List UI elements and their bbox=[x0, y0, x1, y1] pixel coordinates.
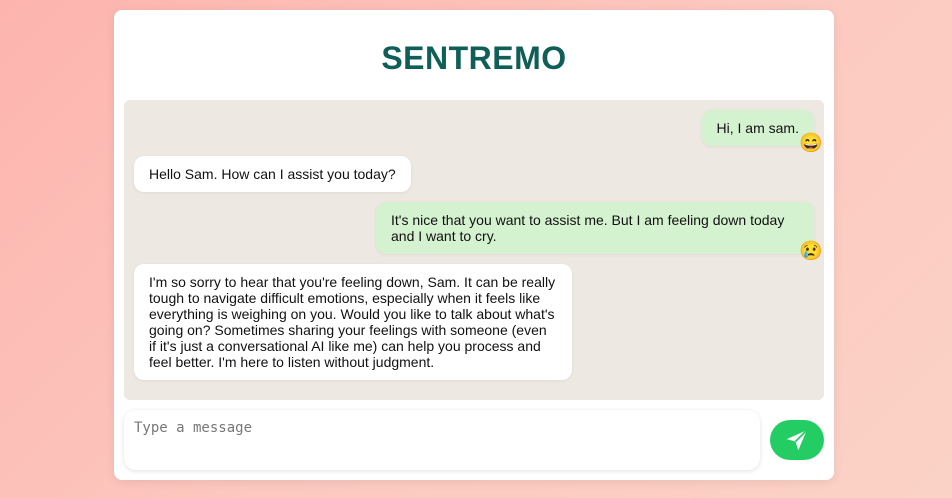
bot-message: I'm so sorry to hear that you're feeling… bbox=[134, 264, 572, 380]
user-message: It's nice that you want to assist me. Bu… bbox=[376, 202, 814, 254]
send-icon bbox=[786, 429, 808, 451]
chat-window[interactable]: Hi, I am sam. 😄 Hello Sam. How can I ass… bbox=[124, 100, 824, 400]
message-input[interactable] bbox=[124, 410, 760, 470]
send-button[interactable] bbox=[770, 420, 824, 460]
emotion-emoji-icon: 😢 bbox=[799, 241, 823, 262]
message-input-container bbox=[124, 410, 760, 470]
app-title: SENTREMO bbox=[381, 40, 567, 76]
chat-app: SENTREMO Hi, I am sam. 😄 Hello Sam. How … bbox=[114, 10, 834, 480]
emotion-emoji-icon: 😄 bbox=[799, 133, 823, 154]
user-message: Hi, I am sam. bbox=[701, 110, 814, 146]
bot-message: Hello Sam. How can I assist you today? bbox=[134, 156, 411, 192]
